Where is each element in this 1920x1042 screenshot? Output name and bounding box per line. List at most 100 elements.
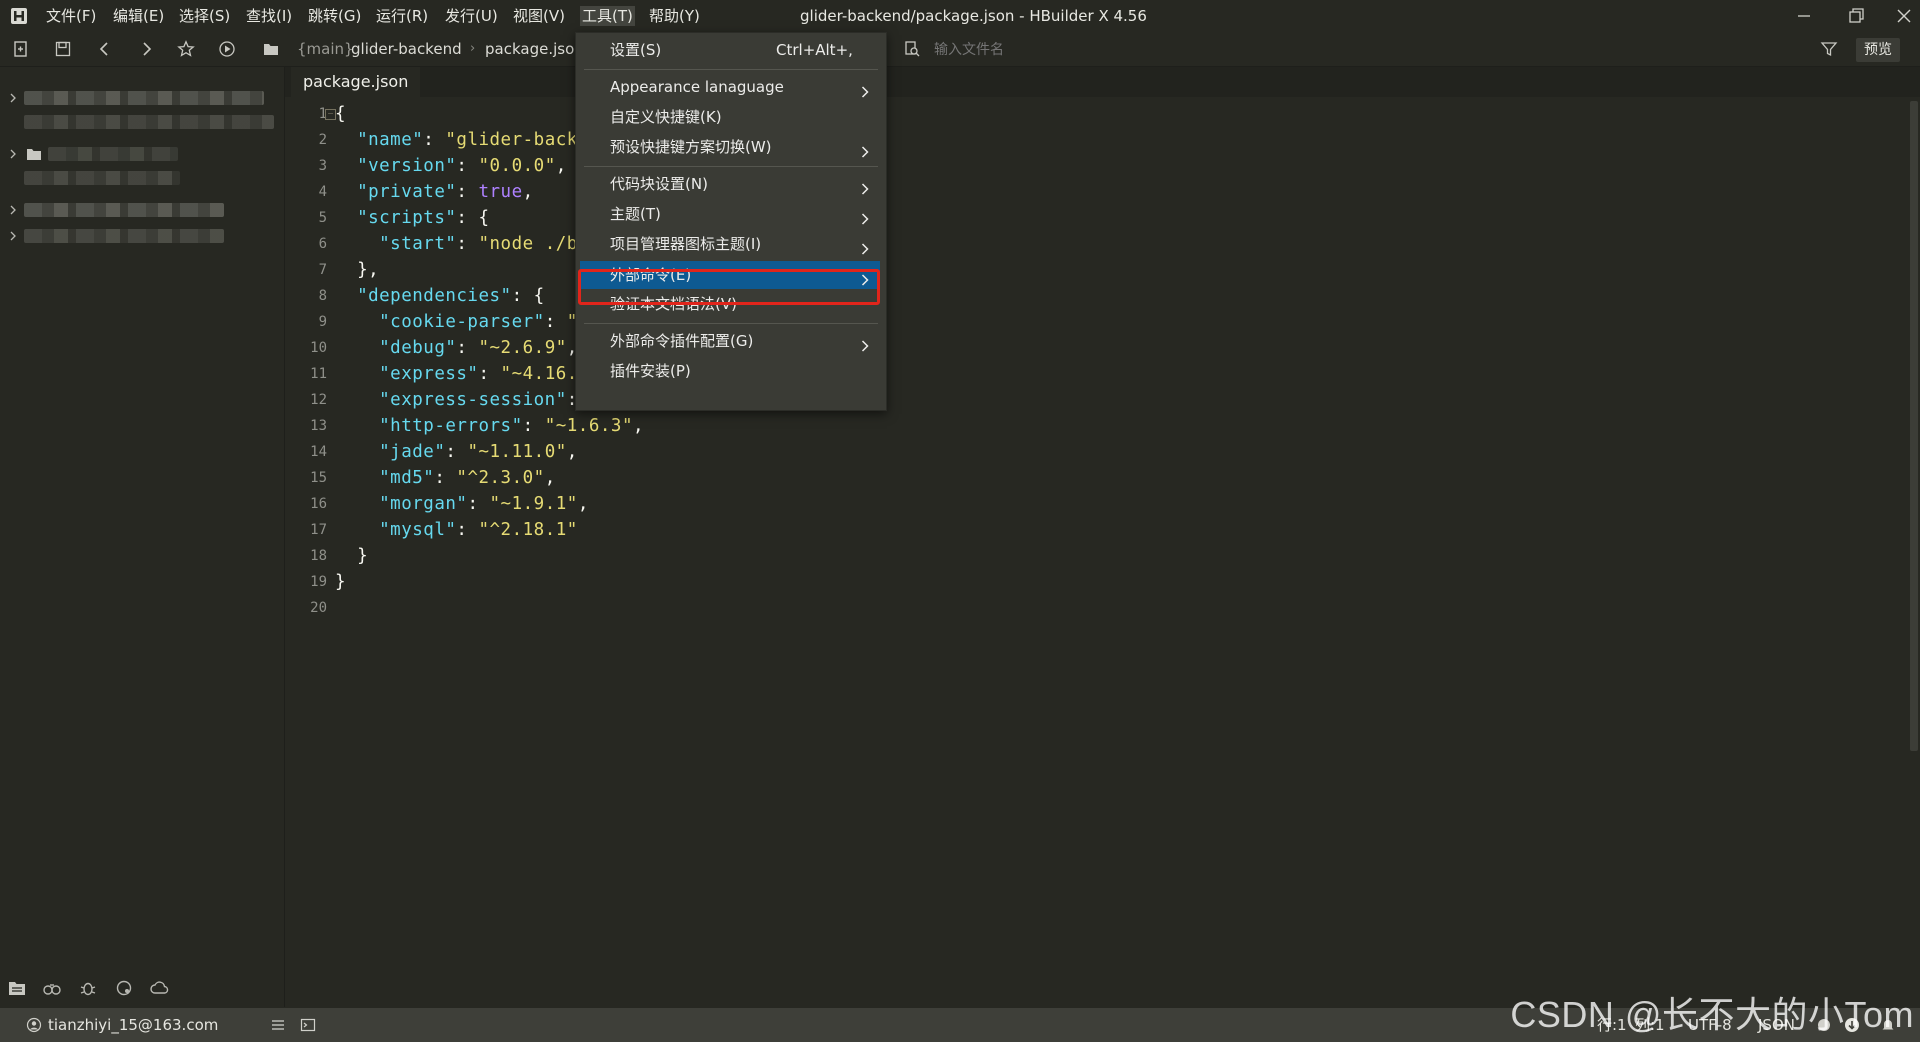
line-number: 7	[318, 262, 327, 278]
chevron-right-icon	[860, 177, 870, 195]
tools-menu-item[interactable]: 代码块设置(N)	[576, 170, 886, 198]
list-icon[interactable]	[270, 1017, 286, 1033]
menu-item-label: Appearance lanaguage	[610, 78, 784, 96]
code-token: "glider-back	[445, 130, 578, 150]
project-manager-icon[interactable]	[7, 978, 27, 998]
menu-separator	[584, 323, 878, 324]
back-icon[interactable]	[96, 40, 114, 58]
line-number: 14	[310, 444, 327, 460]
menu-select[interactable]: 选择(S)	[177, 6, 232, 26]
star-icon[interactable]	[177, 40, 195, 58]
vertical-scrollbar[interactable]	[1910, 101, 1918, 751]
menu-find[interactable]: 查找(I)	[244, 6, 294, 26]
save-icon[interactable]	[54, 40, 72, 58]
debug-bug-icon[interactable]	[78, 978, 98, 998]
menu-tools[interactable]: 工具(T)	[580, 6, 635, 26]
menu-edit[interactable]: 编辑(E)	[111, 6, 166, 26]
menu-file[interactable]: 文件(F)	[44, 6, 98, 26]
line-number: 18	[310, 548, 327, 564]
account-email[interactable]: tianzhiyi_15@163.com	[48, 1016, 218, 1034]
toolbar: {main} glider-backend › package.json 预览	[0, 32, 1920, 67]
line-number: 4	[318, 184, 327, 200]
code-token: :	[445, 442, 468, 462]
tree-item[interactable]	[0, 143, 284, 165]
code-line: "dependencies": {	[335, 283, 545, 309]
minimize-icon[interactable]	[1792, 4, 1816, 28]
menu-help[interactable]: 帮助(Y)	[647, 6, 702, 26]
file-search-input[interactable]	[920, 38, 1376, 62]
filter-icon[interactable]	[1820, 40, 1838, 58]
menu-item-label: 外部命令插件配置(G)	[610, 332, 754, 350]
run-icon[interactable]	[218, 40, 236, 58]
code-token: "express"	[335, 364, 479, 384]
tree-item[interactable]	[0, 225, 284, 247]
code-token: }	[335, 572, 347, 592]
code-line: "private": true,	[335, 179, 534, 205]
breadcrumb-project[interactable]: glider-backend	[351, 40, 462, 58]
menu-item-shortcut: Ctrl+Alt+,	[776, 41, 853, 59]
tab-package-json[interactable]: package.json	[291, 67, 421, 97]
menu-run[interactable]: 运行(R)	[374, 6, 430, 26]
code-token: "node ./b	[478, 234, 578, 254]
menu-publish[interactable]: 发行(U)	[443, 6, 500, 26]
breadcrumb-file[interactable]: package.json	[485, 40, 584, 58]
breadcrumb-branch[interactable]: {main}	[297, 40, 354, 58]
new-file-icon[interactable]	[12, 40, 30, 58]
tools-menu-item[interactable]: Appearance lanaguage	[576, 73, 886, 101]
tools-menu-item[interactable]: 预设快捷键方案切换(W)	[576, 133, 886, 161]
terminal-icon[interactable]	[300, 1017, 316, 1033]
menu-goto[interactable]: 跳转(G)	[306, 6, 363, 26]
code-token: ,	[633, 416, 645, 436]
code-token: ,	[566, 442, 578, 462]
code-token: :	[456, 338, 479, 358]
code-line: "morgan": "~1.9.1",	[335, 491, 589, 517]
tree-item[interactable]	[0, 111, 284, 133]
hbuilder-logo-icon	[10, 7, 28, 25]
tools-menu-item[interactable]: 自定义快捷键(K)	[576, 103, 886, 131]
chevron-right-icon	[860, 237, 870, 255]
tools-menu-item[interactable]: 设置(S) Ctrl+Alt+,	[576, 36, 886, 64]
menu-view[interactable]: 视图(V)	[511, 6, 567, 26]
code-token: "0.0.0"	[478, 156, 556, 176]
code-token: "dependencies"	[335, 286, 512, 306]
tools-menu-item[interactable]: 主题(T)	[576, 200, 886, 228]
menu-item-label: 插件安装(P)	[610, 362, 691, 380]
breadcrumb-separator-icon: ›	[470, 41, 476, 56]
restore-icon[interactable]	[1844, 4, 1868, 28]
forward-icon[interactable]	[137, 40, 155, 58]
tree-item[interactable]	[0, 199, 284, 221]
tree-item[interactable]	[0, 167, 284, 189]
code-line: "md5": "^2.3.0",	[335, 465, 556, 491]
line-number: 13	[310, 418, 327, 434]
code-token: "md5"	[335, 468, 435, 488]
line-number: 8	[318, 288, 327, 304]
title-bar: 文件(F) 编辑(E) 选择(S) 查找(I) 跳转(G) 运行(R) 发行(U…	[0, 0, 1920, 32]
git-icon[interactable]	[114, 978, 134, 998]
tools-menu-item[interactable]: 外部命令插件配置(G)	[576, 327, 886, 355]
code-line: "jade": "~1.11.0",	[335, 439, 578, 465]
code-line: }	[335, 569, 346, 595]
tools-menu-item[interactable]: 项目管理器图标主题(I)	[576, 230, 886, 258]
chevron-right-icon	[8, 91, 18, 105]
menu-separator	[584, 69, 878, 70]
tree-item[interactable]	[0, 87, 284, 109]
tools-menu-item[interactable]: 插件安装(P)	[576, 357, 886, 385]
line-number: 6	[318, 236, 327, 252]
user-icon	[26, 1017, 42, 1033]
editor-tab-bar: package.json	[285, 67, 1920, 97]
line-number: 9	[318, 314, 327, 330]
code-token: :	[544, 312, 567, 332]
code-token: "express-session"	[335, 390, 567, 410]
line-number: 1	[318, 106, 327, 122]
binoculars-icon[interactable]	[42, 978, 62, 998]
cloud-icon[interactable]	[150, 978, 170, 998]
preview-button[interactable]: 预览	[1856, 38, 1900, 62]
line-number: 11	[310, 366, 327, 382]
code-token: "debug"	[335, 338, 457, 358]
line-number: 2	[318, 132, 327, 148]
menu-separator	[584, 166, 878, 167]
close-icon[interactable]	[1892, 4, 1916, 28]
line-number: 20	[310, 600, 327, 616]
chevron-right-icon	[8, 229, 18, 243]
find-file-icon	[903, 40, 921, 58]
